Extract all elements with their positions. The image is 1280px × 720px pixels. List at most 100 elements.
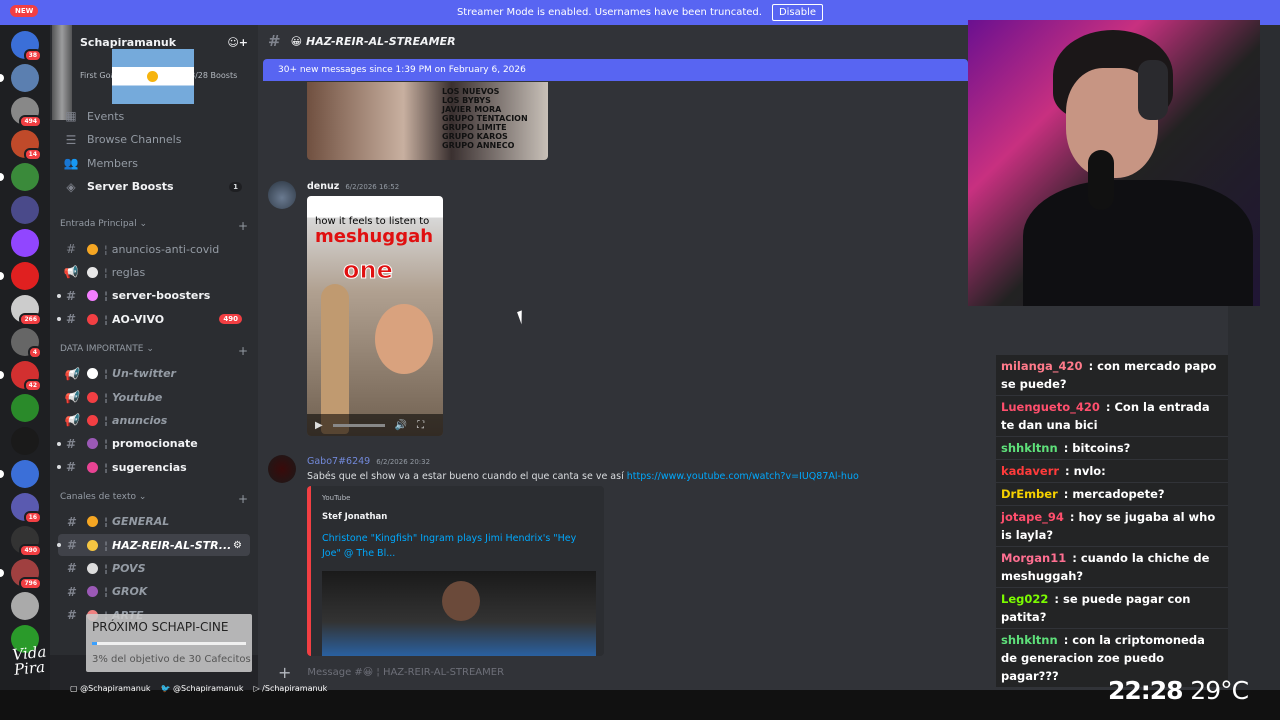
avatar[interactable] — [268, 455, 296, 483]
category-name: DATA IMPORTANTE — [60, 343, 144, 354]
chat-username: jotape_94 — [1001, 510, 1064, 524]
stream-chat: milanga_420 : con mercado papo se puede?… — [996, 355, 1228, 687]
sidebar-item-server-boosts[interactable]: ◈ Server Boosts 1 — [58, 176, 250, 198]
attached-image[interactable]: LOS NUEVOS LOS BYBYS JAVIER MORA GRUPO T… — [307, 82, 548, 160]
message-composer[interactable]: + Message #😀 ¦ HAZ-REIR-AL-STREAMER — [263, 655, 963, 690]
hash-icon: 📢 — [63, 413, 79, 428]
person-head — [375, 304, 433, 374]
chevron-down-icon: ⌄ — [146, 343, 154, 354]
sidebar-item-label: Server Boosts — [87, 180, 174, 193]
channel-item[interactable]: 📢 ¦ anuncios — [58, 409, 250, 431]
channel-item[interactable]: # ¦ anuncios-anti-covid — [58, 238, 250, 260]
fullscreen-icon[interactable]: ⛶ — [417, 420, 424, 431]
embed-title[interactable]: Christone "Kingfish" Ingram plays Jimi H… — [322, 531, 592, 561]
channel-category[interactable]: DATA IMPORTANTE ⌄ + — [60, 344, 248, 358]
settings-gear-icon[interactable]: ⚙ — [233, 540, 242, 551]
server-icon[interactable]: 4 — [11, 328, 42, 359]
server-name: Schapiramanuk — [80, 35, 177, 49]
boost-count[interactable]: 8/28 Boosts — [190, 71, 237, 80]
channel-emoji-icon — [87, 243, 98, 255]
browse-icon: ☰ — [65, 132, 77, 147]
channel-emoji-icon — [87, 516, 98, 528]
author-name[interactable]: Gabo7#6249 — [307, 456, 370, 467]
channel-emoji-icon — [87, 313, 98, 325]
seek-slider[interactable] — [332, 423, 385, 427]
chat-username: Morgan11 — [1001, 551, 1067, 565]
server-icon[interactable]: 490 — [11, 526, 42, 557]
server-icon[interactable] — [11, 196, 39, 224]
channel-item[interactable]: # ¦ POVS — [58, 557, 250, 579]
headphones-icon — [1138, 60, 1168, 120]
server-icon[interactable]: 16 — [11, 493, 42, 524]
social-handles: ▢ @Schapiramanuk 🐦 @Schapiramanuk ▷ /Sch… — [70, 684, 327, 693]
message-author[interactable]: denuz 6/2/2026 16:52 — [307, 181, 399, 192]
add-channel-icon[interactable]: + — [238, 492, 248, 506]
server-mention-badge: 796 — [19, 577, 42, 590]
server-icon[interactable] — [11, 427, 39, 455]
sidebar-item-members[interactable]: 👥 Members — [58, 152, 250, 174]
new-messages-bar[interactable]: 30+ new messages since 1:39 PM on Februa… — [263, 59, 968, 81]
hash-icon: # — [66, 608, 76, 623]
channel-item[interactable]: # ¦ HAZ-REIR-AL-STR... ⚙ — [57, 534, 250, 556]
server-icon[interactable] — [11, 163, 39, 191]
message-author[interactable]: Gabo7#6249 6/2/2026 20:32 — [307, 456, 430, 467]
server-icon[interactable] — [11, 394, 39, 422]
disable-button[interactable]: Disable — [771, 4, 824, 21]
unread-indicator — [57, 441, 61, 446]
sidebar-item-events[interactable]: ▦ Events — [58, 105, 250, 127]
volume-icon[interactable]: 🔊 — [395, 420, 407, 431]
server-icon[interactable]: 14 — [11, 130, 42, 161]
chat-username: milanga_420 — [1001, 359, 1083, 373]
add-channel-icon[interactable]: + — [238, 344, 248, 358]
performer — [442, 581, 480, 621]
add-channel-icon[interactable]: + — [238, 219, 248, 233]
server-icon[interactable] — [11, 592, 39, 620]
play-icon[interactable]: ▶ — [315, 420, 323, 431]
channel-item[interactable]: 📢 ¦ Youtube — [58, 386, 250, 408]
server-icon[interactable] — [11, 64, 39, 92]
chat-text: bitcoins? — [1072, 441, 1131, 455]
channel-item[interactable]: # ¦ server-boosters — [57, 285, 250, 307]
channel-name: Un-twitter — [112, 367, 176, 381]
server-icon[interactable]: 494 — [11, 97, 42, 128]
video-attachment[interactable]: how it feels to listen to meshuggah one … — [307, 196, 443, 436]
channel-category[interactable]: Canales de texto ⌄ + — [60, 492, 248, 506]
hash-icon: # — [66, 538, 76, 552]
chat-message: kadaverr : nvlo: — [996, 460, 1228, 482]
server-mention-badge: 16 — [23, 511, 42, 524]
hash-icon: # — [65, 312, 77, 327]
chat-message: milanga_420 : con mercado papo se puede? — [996, 355, 1228, 395]
channel-category[interactable]: Entrada Principal ⌄ + — [60, 219, 248, 233]
embed-author[interactable]: Stef Jonathan — [322, 512, 387, 522]
channel-name: AO-VIVO — [112, 312, 165, 326]
channel-item[interactable]: # ¦ AO-VIVO 490 — [57, 308, 250, 330]
plus-icon[interactable]: + — [278, 663, 291, 682]
author-name[interactable]: denuz — [307, 181, 339, 192]
server-icon[interactable] — [11, 460, 39, 488]
chat-colon: : — [1068, 551, 1081, 565]
channel-item[interactable]: # ¦ GROK — [58, 581, 250, 603]
channel-name: GROK — [112, 585, 148, 599]
server-icon[interactable] — [11, 229, 39, 257]
embed-provider[interactable]: YouTube — [322, 494, 350, 502]
server-icon[interactable] — [11, 262, 39, 290]
channel-item[interactable]: # ¦ sugerencias — [57, 456, 250, 478]
channel-item[interactable]: # ¦ GENERAL — [58, 511, 250, 533]
unread-pill — [0, 272, 4, 280]
channel-item[interactable]: # ¦ promocionate — [57, 433, 250, 455]
sidebar-item-browse-channels[interactable]: ☰ Browse Channels — [58, 129, 250, 151]
channel-emoji-icon — [87, 461, 98, 473]
server-icon[interactable]: 42 — [11, 361, 42, 392]
server-icon[interactable]: 266 — [11, 295, 42, 326]
invite-icon[interactable]: ☺+ — [227, 36, 248, 49]
channel-emoji-icon — [87, 391, 98, 403]
channel-item[interactable]: 📢 ¦ Un-twitter — [58, 363, 250, 385]
server-icon[interactable]: 796 — [11, 559, 42, 590]
instagram-handle: ▢ @Schapiramanuk — [70, 684, 151, 693]
clock-temperature: 22:28 29°C — [1108, 676, 1249, 705]
message-link[interactable]: https://www.youtube.com/watch?v=IUQ87Al-… — [627, 471, 859, 482]
embed-thumbnail[interactable] — [322, 571, 596, 656]
channel-item[interactable]: 📢 ¦ reglas — [58, 261, 250, 283]
server-icon[interactable]: 38 — [11, 31, 42, 62]
avatar[interactable] — [268, 181, 296, 209]
